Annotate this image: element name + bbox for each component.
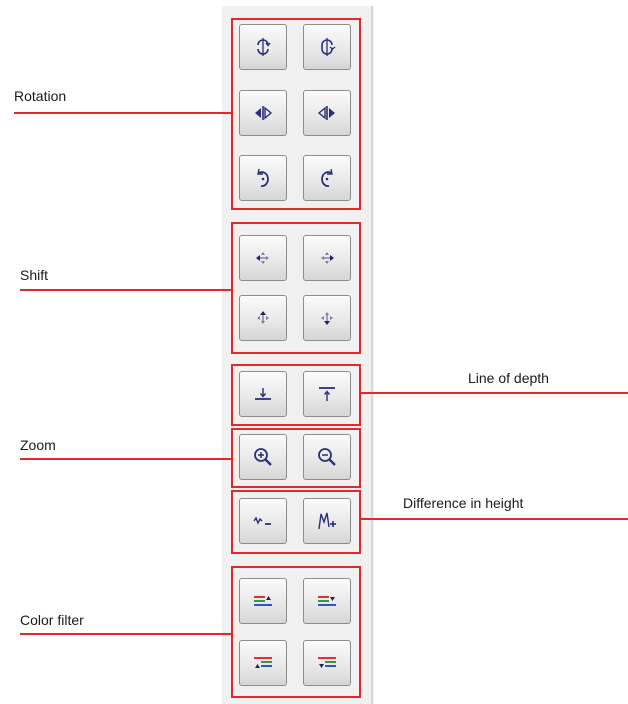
filter-up-button[interactable] xyxy=(239,578,287,624)
shift-up-icon xyxy=(251,306,275,330)
zoom-in-icon xyxy=(251,445,275,469)
shift-leader-line xyxy=(20,289,231,291)
filter-upper-icon xyxy=(251,651,275,675)
rotate-vertical-ccw-icon xyxy=(315,35,339,59)
rotate-vertical-cw-icon xyxy=(251,35,275,59)
shift-left-button[interactable] xyxy=(239,235,287,281)
rotation-leader-line xyxy=(14,112,231,114)
height-decrease-button[interactable] xyxy=(239,498,287,544)
rotate-clockwise-icon xyxy=(251,166,275,190)
rotate-right-button[interactable] xyxy=(303,90,351,136)
shift-down-icon xyxy=(315,306,339,330)
depth-line-up-button[interactable] xyxy=(303,371,351,417)
zoom-out-icon xyxy=(315,445,339,469)
filter-down-button[interactable] xyxy=(303,578,351,624)
line-of-depth-label: Line of depth xyxy=(468,370,549,386)
rotate-counterclockwise-icon xyxy=(315,166,339,190)
depth-line-up-icon xyxy=(315,382,339,406)
depth-line-down-button[interactable] xyxy=(239,371,287,417)
filter-upper-button[interactable] xyxy=(239,640,287,686)
height-decrease-icon xyxy=(251,509,275,533)
shift-left-icon xyxy=(251,246,275,270)
zoom-label: Zoom xyxy=(20,437,56,453)
color-filter-leader-line xyxy=(20,633,231,635)
height-increase-icon xyxy=(315,509,339,533)
shift-down-button[interactable] xyxy=(303,295,351,341)
difference-in-height-label: Difference in height xyxy=(403,495,524,511)
height-increase-button[interactable] xyxy=(303,498,351,544)
shift-label: Shift xyxy=(20,267,49,283)
rotate-clockwise-button[interactable] xyxy=(239,155,287,201)
filter-lower-icon xyxy=(315,651,339,675)
zoom-leader-line xyxy=(20,458,231,460)
filter-down-icon xyxy=(315,589,339,613)
rotate-vertical-ccw-button[interactable] xyxy=(303,24,351,70)
rotate-left-button[interactable] xyxy=(239,90,287,136)
zoom-in-button[interactable] xyxy=(239,434,287,480)
filter-lower-button[interactable] xyxy=(303,640,351,686)
toolbar-divider xyxy=(371,6,373,704)
line-of-depth-leader-line xyxy=(361,392,628,394)
depth-line-down-icon xyxy=(251,382,275,406)
shift-right-button[interactable] xyxy=(303,235,351,281)
rotate-left-icon xyxy=(251,101,275,125)
rotation-label: Rotation xyxy=(14,88,67,104)
difference-in-height-leader-line xyxy=(361,518,628,520)
shift-right-icon xyxy=(315,246,339,270)
rotate-counterclockwise-button[interactable] xyxy=(303,155,351,201)
rotate-right-icon xyxy=(315,101,339,125)
shift-up-button[interactable] xyxy=(239,295,287,341)
rotate-vertical-cw-button[interactable] xyxy=(239,24,287,70)
zoom-out-button[interactable] xyxy=(303,434,351,480)
color-filter-label: Color filter xyxy=(20,612,84,628)
filter-up-icon xyxy=(251,589,275,613)
